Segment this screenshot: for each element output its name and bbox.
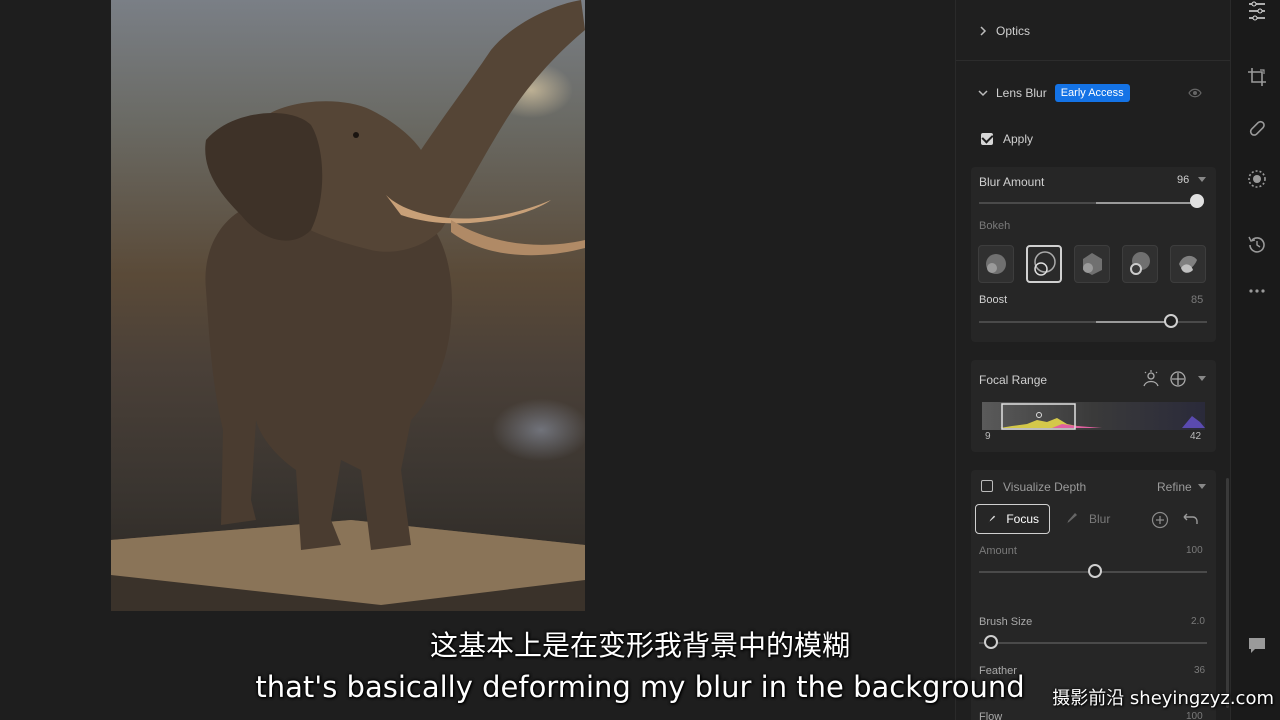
optics-section-header[interactable]: Optics [956,22,1231,40]
subtitle-chinese: 这基本上是在变形我背景中的模糊 [429,629,850,662]
watermark: 摄影前沿 sheyingzyz.com [1052,688,1274,709]
focal-range-max: 42 [1190,431,1202,442]
app-window: Optics Lens Blur Early Access Apply Blur… [0,0,1280,720]
bokeh-option-blade[interactable] [1074,245,1110,283]
bokeh-bubble-icon [1034,251,1056,276]
lens-blur-section-header[interactable]: Lens Blur Early Access [956,82,1231,104]
subject-select-icon[interactable] [1141,369,1161,389]
crop-icon[interactable] [1246,66,1268,88]
divider [956,60,1231,61]
bokeh-cat-eye-icon [1179,255,1197,273]
edit-panel: Optics Lens Blur Early Access Apply Blur… [955,0,1231,720]
elephant-illustration [111,0,585,611]
bokeh-option-bubble[interactable] [1026,245,1062,283]
bokeh-circle-icon [986,254,1006,274]
blur-tab-label: Blur [1089,512,1111,526]
apply-checkbox[interactable] [981,133,993,145]
more-icon[interactable] [1246,280,1268,302]
bokeh-ring-icon [1130,252,1150,275]
photo-elephant [111,0,585,611]
dropdown-caret-icon[interactable] [1198,177,1206,183]
boost-value: 85 [1191,294,1204,306]
focal-range-label: Focal Range [979,373,1048,387]
dropdown-caret-icon[interactable] [1198,376,1206,382]
depth-histogram[interactable] [982,402,1205,430]
refine-label[interactable]: Refine [1157,480,1192,494]
amount-value: 100 [1186,545,1203,556]
visualize-depth-label[interactable]: Visualize Depth [1003,480,1086,494]
edit-sliders-icon[interactable] [1246,0,1268,22]
blur-amount-thumb[interactable] [1190,194,1204,208]
bokeh-label: Bokeh [979,220,1011,232]
boost-fill [1096,321,1166,323]
masking-icon[interactable] [1246,168,1268,190]
apply-row[interactable]: Apply [956,131,1231,147]
flow-label: Flow [979,711,1003,720]
dropdown-caret-icon[interactable] [1198,484,1206,490]
boost-thumb[interactable] [1164,314,1178,328]
flow-value: 100 [1186,711,1203,720]
bokeh-option-cat-eye[interactable] [1170,245,1206,283]
add-icon[interactable] [1151,511,1169,529]
blur-amount-label: Blur Amount [979,175,1045,189]
visualize-depth-checkbox[interactable] [981,480,993,492]
photo-canvas[interactable] [0,0,955,720]
chevron-down-icon [978,90,988,97]
optics-label: Optics [996,24,1031,38]
blur-tab[interactable]: Blur [1061,504,1121,534]
brush-icon [987,515,996,523]
amount-label: Amount [979,545,1017,557]
blur-amount-fill [1096,202,1196,204]
bokeh-option-circle[interactable] [978,245,1014,283]
focus-tab-label: Focus [1006,512,1039,526]
brush-icon [1064,513,1077,525]
bokeh-option-ring[interactable] [1122,245,1158,283]
amount-thumb[interactable] [1088,564,1102,578]
heal-icon[interactable] [1246,117,1268,139]
tool-rail [1230,0,1280,720]
chevron-right-icon [980,26,987,36]
blur-amount-value[interactable]: 96 [1177,174,1189,186]
bokeh-blade-icon [1083,253,1102,275]
target-point-icon[interactable] [1168,369,1188,389]
lens-blur-label: Lens Blur [996,86,1047,100]
boost-label: Boost [979,294,1008,306]
focal-range-card: Focal Range 9 42 [971,360,1216,452]
eye-icon[interactable] [1188,86,1202,100]
early-access-badge: Early Access [1054,84,1130,102]
apply-label: Apply [1003,132,1034,146]
history-icon[interactable] [1246,234,1268,256]
reset-icon[interactable] [1179,511,1199,529]
focal-range-min: 9 [985,431,991,442]
focus-tab[interactable]: Focus [975,504,1050,534]
